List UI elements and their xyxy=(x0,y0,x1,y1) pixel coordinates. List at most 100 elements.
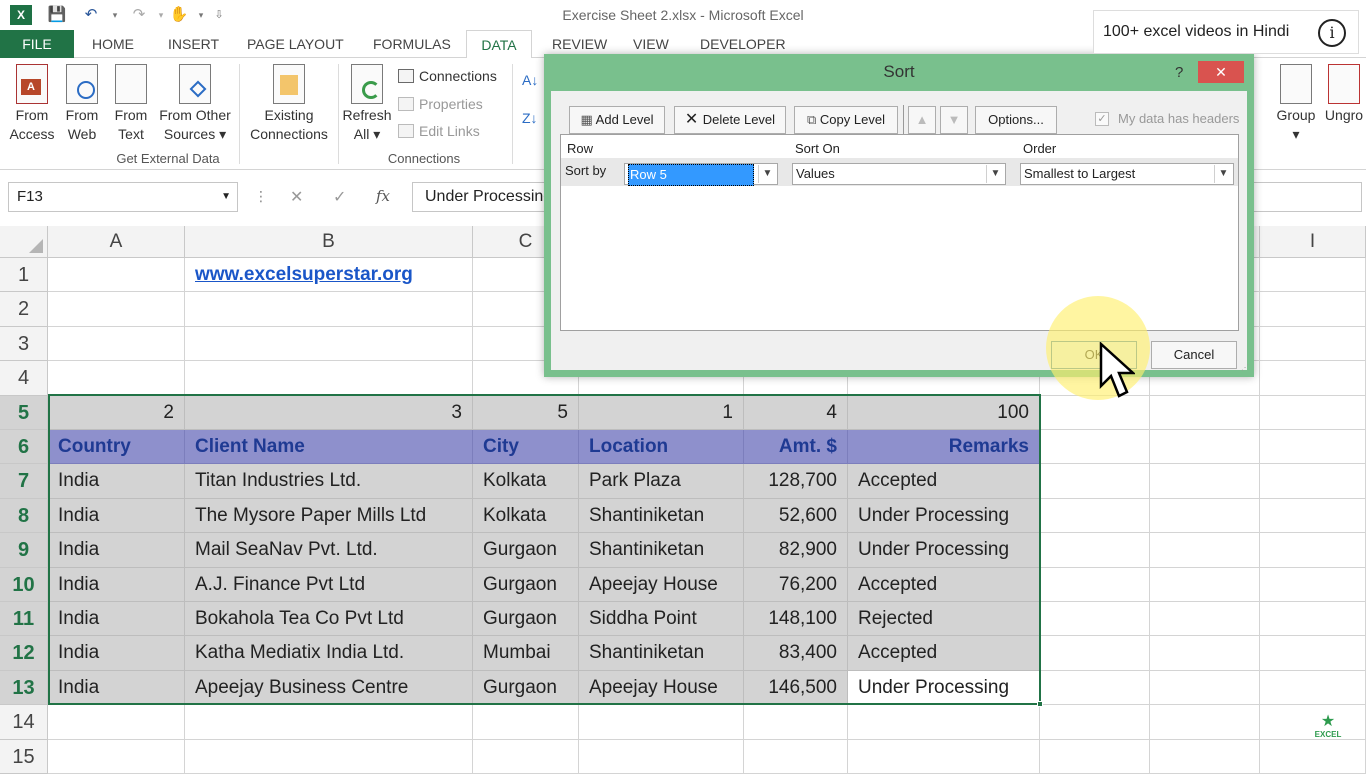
name-box-dropdown-icon[interactable]: ▼ xyxy=(221,183,231,211)
cell[interactable] xyxy=(1260,430,1366,465)
cancel-formula-icon[interactable]: ✕ xyxy=(290,187,303,207)
from-web-button[interactable]: From Web xyxy=(60,64,104,144)
move-down-icon[interactable]: ▼ xyxy=(940,106,968,134)
cell[interactable] xyxy=(1260,361,1366,396)
cell[interactable] xyxy=(579,739,744,774)
cell[interactable] xyxy=(48,326,185,362)
cell[interactable] xyxy=(48,361,185,396)
cell[interactable]: 100 xyxy=(848,395,1040,430)
cell[interactable] xyxy=(1150,395,1260,430)
tab-formulas[interactable]: FORMULAS xyxy=(367,30,457,58)
cell[interactable] xyxy=(1150,430,1260,465)
cell[interactable] xyxy=(185,292,473,327)
existing-connections-button[interactable]: Existing Connections xyxy=(244,64,334,144)
cell[interactable]: Gurgaon xyxy=(473,602,579,637)
cell[interactable]: 4 xyxy=(744,395,848,430)
row-header[interactable]: 7 xyxy=(0,464,48,499)
cell[interactable] xyxy=(579,705,744,740)
info-icon[interactable]: i xyxy=(1318,19,1346,47)
cell[interactable]: Katha Mediatix India Ltd. xyxy=(185,636,473,671)
cell[interactable]: Shantiniketan xyxy=(579,636,744,671)
cell[interactable]: 52,600 xyxy=(744,498,848,534)
cell[interactable]: 148,100 xyxy=(744,602,848,637)
chevron-down-icon[interactable]: ▼ xyxy=(1214,165,1232,183)
cell[interactable] xyxy=(1260,670,1366,706)
cell[interactable]: Location xyxy=(579,430,744,465)
cell[interactable]: A.J. Finance Pvt Ltd xyxy=(185,567,473,602)
cell[interactable]: Country xyxy=(48,430,185,465)
chevron-down-icon[interactable]: ▼ xyxy=(986,165,1004,183)
from-other-sources-button[interactable]: From Other Sources ▾ xyxy=(156,64,234,144)
cell[interactable] xyxy=(848,705,1040,740)
cell[interactable]: Accepted xyxy=(848,567,1040,602)
group-button[interactable]: Group ▾ xyxy=(1270,64,1322,144)
cell[interactable]: Amt. $ xyxy=(744,430,848,465)
cell[interactable]: 3 xyxy=(185,395,473,430)
cell[interactable]: India xyxy=(48,636,185,671)
cell[interactable] xyxy=(1260,636,1366,671)
cell[interactable]: Client Name xyxy=(185,430,473,465)
tab-insert[interactable]: INSERT xyxy=(162,30,225,58)
cell[interactable] xyxy=(185,326,473,362)
cell[interactable] xyxy=(473,705,579,740)
row-header[interactable]: 2 xyxy=(0,292,48,327)
from-text-button[interactable]: From Text xyxy=(108,64,154,144)
edit-links-button[interactable]: Edit Links xyxy=(398,123,480,139)
cell[interactable]: Titan Industries Ltd. xyxy=(185,464,473,499)
cell[interactable]: Under Processing xyxy=(848,498,1040,534)
cell[interactable]: 82,900 xyxy=(744,533,848,568)
cell[interactable]: India xyxy=(48,498,185,534)
cell[interactable] xyxy=(1040,567,1150,602)
cell[interactable] xyxy=(1040,636,1150,671)
cell[interactable]: Kolkata xyxy=(473,464,579,499)
connections-button[interactable]: Connections xyxy=(398,68,497,84)
cell[interactable] xyxy=(185,361,473,396)
cell[interactable]: 1 xyxy=(579,395,744,430)
cell[interactable] xyxy=(1040,670,1150,706)
video-overlay[interactable]: 100+ excel videos in Hindi i xyxy=(1093,10,1359,54)
sort-z-a-icon[interactable]: Z↓ xyxy=(522,110,538,126)
cell[interactable]: Shantiniketan xyxy=(579,533,744,568)
cell[interactable] xyxy=(744,739,848,774)
cell[interactable] xyxy=(48,258,185,293)
cell[interactable]: www.excelsuperstar.org xyxy=(185,258,473,293)
cell[interactable] xyxy=(1040,533,1150,568)
ungroup-button[interactable]: Ungro xyxy=(1322,64,1366,125)
cell[interactable] xyxy=(1260,292,1366,327)
dialog-titlebar[interactable]: Sort ? ✕ xyxy=(551,61,1247,91)
properties-button[interactable]: Properties xyxy=(398,96,483,112)
cell[interactable]: Apeejay Business Centre xyxy=(185,670,473,706)
cell[interactable]: Siddha Point xyxy=(579,602,744,637)
cell[interactable] xyxy=(1040,498,1150,534)
cell[interactable] xyxy=(1260,602,1366,637)
cell[interactable]: Gurgaon xyxy=(473,670,579,706)
row-header[interactable]: 15 xyxy=(0,739,48,774)
cell[interactable] xyxy=(1260,533,1366,568)
cell[interactable]: India xyxy=(48,464,185,499)
cell[interactable] xyxy=(1150,670,1260,706)
sort-a-z-icon[interactable]: A↓ xyxy=(522,72,538,88)
cell[interactable]: Accepted xyxy=(848,464,1040,499)
cell[interactable]: India xyxy=(48,533,185,568)
cell[interactable] xyxy=(473,739,579,774)
cell[interactable] xyxy=(848,739,1040,774)
row-header[interactable]: 10 xyxy=(0,567,48,602)
cell[interactable]: Gurgaon xyxy=(473,533,579,568)
column-header-i[interactable]: I xyxy=(1260,226,1366,258)
cell[interactable]: Park Plaza xyxy=(579,464,744,499)
cell[interactable] xyxy=(48,292,185,327)
options-button[interactable]: Options... xyxy=(975,106,1057,134)
cell[interactable]: India xyxy=(48,670,185,706)
cell[interactable] xyxy=(1260,567,1366,602)
row-header[interactable]: 6 xyxy=(0,430,48,465)
delete-level-button[interactable]: ✕ Delete Level xyxy=(674,106,786,134)
enter-formula-icon[interactable]: ✓ xyxy=(333,187,346,207)
cancel-button[interactable]: Cancel xyxy=(1151,341,1237,369)
sort-on-select[interactable]: Values ▼ xyxy=(792,163,1006,185)
cell[interactable]: Rejected xyxy=(848,602,1040,637)
row-select[interactable]: Row 5 ▼ xyxy=(624,163,778,186)
cell[interactable]: 2 xyxy=(48,395,185,430)
cell[interactable]: City xyxy=(473,430,579,465)
close-icon[interactable]: ✕ xyxy=(1198,61,1244,83)
cell[interactable]: Shantiniketan xyxy=(579,498,744,534)
